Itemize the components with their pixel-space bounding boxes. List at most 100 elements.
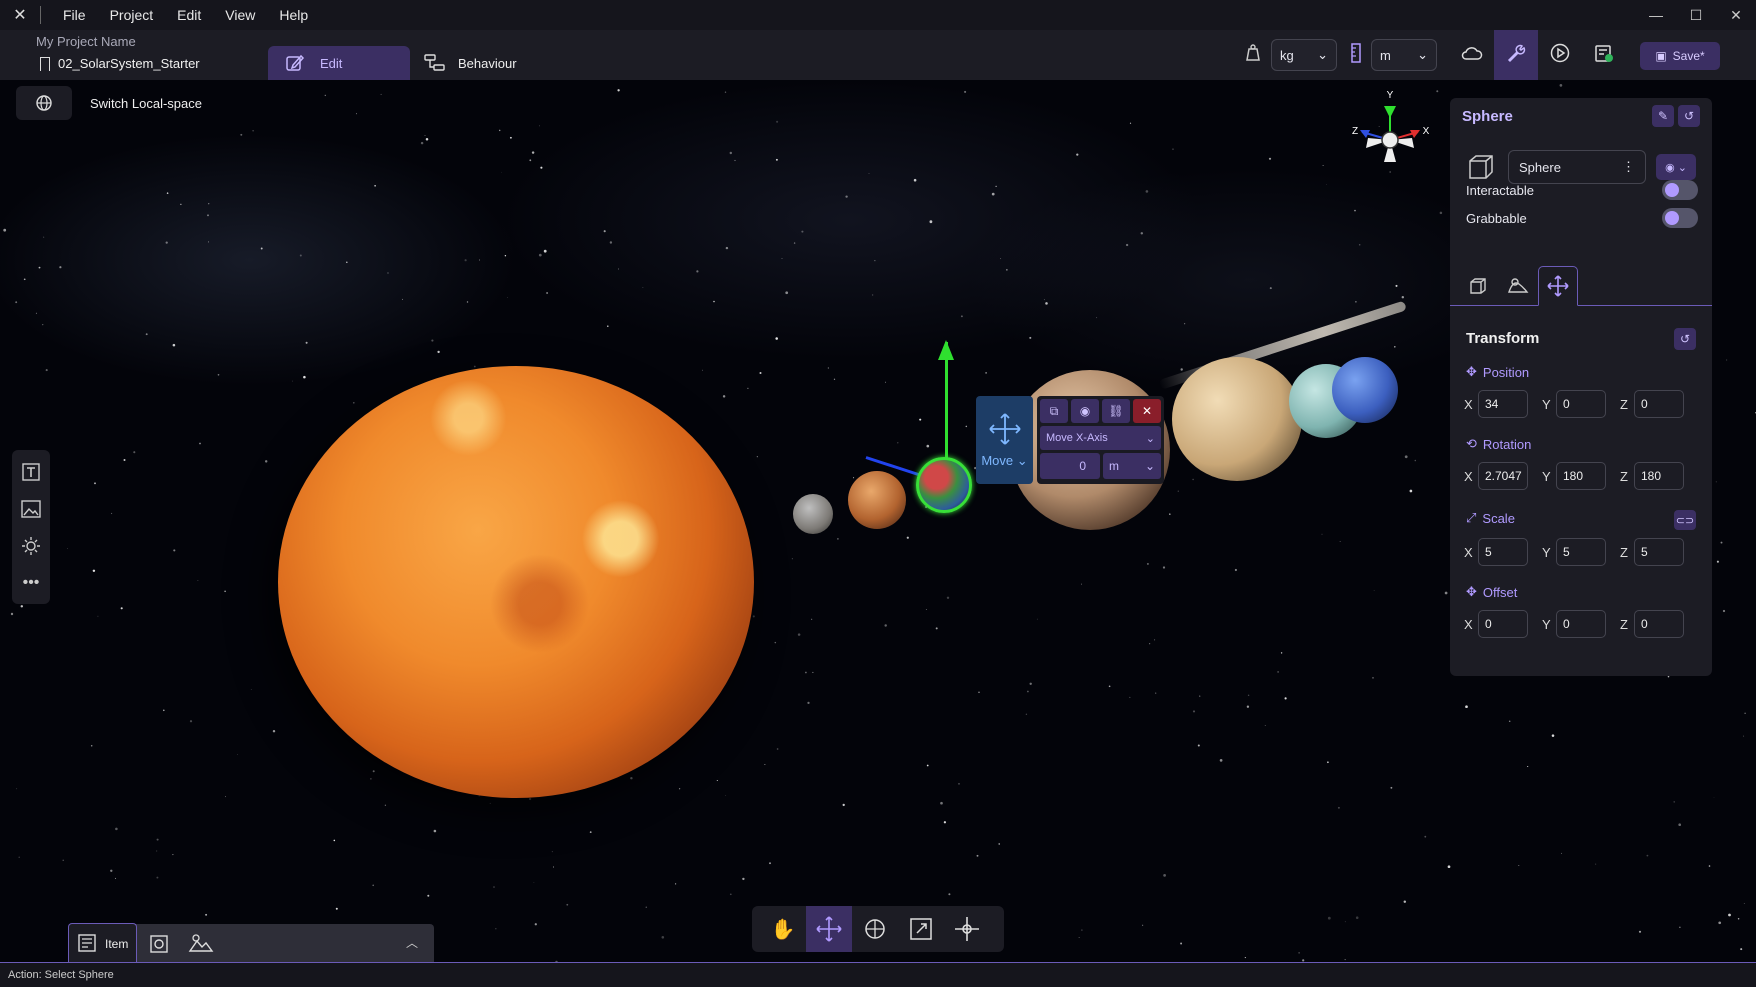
pencil-icon[interactable]: ✎: [1652, 105, 1674, 127]
rotation-z-input[interactable]: 180: [1634, 462, 1684, 490]
maximize-icon[interactable]: ☐: [1676, 0, 1716, 30]
axis-y: Y: [1542, 468, 1551, 484]
star: [479, 259, 480, 261]
venus-planet[interactable]: [848, 471, 906, 529]
transform-reset-icon[interactable]: ↺: [1674, 328, 1696, 350]
mass-unit-select[interactable]: kg ⌄: [1271, 39, 1337, 71]
object-name-field[interactable]: Sphere ⋮: [1508, 150, 1646, 184]
light-tool-icon[interactable]: [21, 536, 41, 561]
visibility-dropdown[interactable]: ◉ ⌄: [1656, 154, 1696, 180]
kebab-menu-icon[interactable]: ⋮: [1622, 159, 1635, 175]
tab-object-icon[interactable]: [1458, 266, 1498, 306]
tab-assets-icon[interactable]: [140, 923, 178, 964]
axis-y: Y: [1542, 616, 1551, 632]
axis-x: X: [1464, 468, 1473, 484]
star: [1268, 157, 1272, 160]
move-axis-select[interactable]: Move X-Axis ⌄: [1040, 426, 1161, 450]
tab-transform-icon[interactable]: [1538, 266, 1578, 306]
tools-button[interactable]: [1494, 30, 1538, 80]
star: [123, 459, 126, 461]
saturn-planet[interactable]: [1172, 357, 1302, 481]
tab-item[interactable]: Item: [68, 923, 138, 964]
position-x-input[interactable]: 34: [1478, 390, 1528, 418]
scale-link-icon[interactable]: ⊂⊃: [1674, 510, 1696, 530]
save-button[interactable]: ▣ Save*: [1640, 42, 1720, 70]
scene-name[interactable]: 02_SolarSystem_Starter: [40, 56, 200, 71]
star: [1321, 533, 1323, 535]
scale-tool-icon[interactable]: [898, 906, 944, 952]
delete-icon[interactable]: ✕: [1133, 399, 1161, 423]
scale-x-input[interactable]: 5: [1478, 538, 1528, 566]
length-unit-select[interactable]: m ⌄: [1371, 39, 1437, 71]
star: [1322, 164, 1324, 167]
cloud-button[interactable]: [1450, 30, 1494, 80]
close-icon[interactable]: ✕: [1716, 0, 1756, 30]
move-mode-button[interactable]: Move ⌄: [976, 396, 1033, 484]
tab-material-icon[interactable]: [1498, 266, 1538, 306]
move-tool-icon[interactable]: [806, 906, 852, 952]
menu-help[interactable]: Help: [267, 7, 320, 23]
duplicate-icon[interactable]: ⧉: [1040, 399, 1068, 423]
sun-planet[interactable]: [278, 366, 754, 798]
gizmo-y-arrow[interactable]: [938, 340, 954, 360]
grabbable-toggle[interactable]: [1662, 208, 1698, 228]
text-tool-icon[interactable]: [21, 462, 41, 487]
link-icon[interactable]: ⛓: [1102, 399, 1130, 423]
scale-y-input[interactable]: 5: [1556, 538, 1606, 566]
tab-behaviour[interactable]: Behaviour: [424, 46, 517, 80]
neptune-planet[interactable]: [1332, 357, 1398, 423]
offset-y-input[interactable]: 0: [1556, 610, 1606, 638]
publish-button[interactable]: [1582, 30, 1626, 80]
star: [1372, 677, 1374, 679]
image-tool-icon[interactable]: [21, 500, 41, 523]
mercury-planet[interactable]: [793, 494, 833, 534]
rotation-x-input[interactable]: 2.7047: [1478, 462, 1528, 490]
star: [1708, 865, 1711, 867]
play-button[interactable]: [1538, 30, 1582, 80]
star: [539, 125, 540, 127]
star: [1518, 864, 1520, 867]
eye-icon[interactable]: ◉: [1071, 399, 1099, 423]
minimize-icon[interactable]: —: [1636, 0, 1676, 30]
star: [696, 270, 699, 273]
orientation-gizmo[interactable]: Y X Z: [1350, 88, 1430, 176]
position-y-input[interactable]: 0: [1556, 390, 1606, 418]
move-arrows-icon: [988, 412, 1022, 449]
star: [427, 894, 430, 897]
reset-icon[interactable]: ↺: [1678, 105, 1700, 127]
menu-file[interactable]: File: [51, 7, 98, 23]
position-z-input[interactable]: 0: [1634, 390, 1684, 418]
selected-sphere[interactable]: [916, 457, 972, 513]
star: [1444, 591, 1448, 595]
star: [1358, 243, 1361, 246]
offset-z-input[interactable]: 0: [1634, 610, 1684, 638]
scale-icon: ⤢: [1466, 510, 1477, 525]
grabbable-row: Grabbable: [1466, 208, 1698, 228]
rotate-tool-icon[interactable]: [852, 906, 898, 952]
axis-x: X: [1464, 544, 1473, 560]
star: [1439, 211, 1443, 215]
star: [1145, 190, 1149, 193]
save-icon: ▣: [1655, 49, 1667, 63]
more-icon[interactable]: •••: [23, 574, 40, 592]
scale-z-input[interactable]: 5: [1634, 538, 1684, 566]
menu-view[interactable]: View: [213, 7, 267, 23]
hand-icon[interactable]: ✋: [760, 906, 806, 952]
move-unit-select[interactable]: m ⌄: [1103, 453, 1161, 479]
star: [978, 691, 980, 694]
star: [1078, 937, 1080, 939]
switch-local-space[interactable]: Switch Local-space: [16, 86, 202, 120]
menu-edit[interactable]: Edit: [165, 7, 213, 23]
tab-edit[interactable]: Edit: [268, 46, 410, 80]
rotation-y-input[interactable]: 180: [1556, 462, 1606, 490]
star: [1180, 942, 1183, 945]
star: [1337, 806, 1340, 809]
tab-environment-icon[interactable]: [180, 923, 222, 964]
interactable-toggle[interactable]: [1662, 180, 1698, 200]
star: [1718, 921, 1722, 925]
offset-x-input[interactable]: 0: [1478, 610, 1528, 638]
chevron-up-icon[interactable]: ︿: [406, 934, 418, 951]
pivot-tool-icon[interactable]: [944, 906, 990, 952]
move-value-input[interactable]: 0: [1040, 453, 1100, 479]
menu-project[interactable]: Project: [98, 7, 166, 23]
